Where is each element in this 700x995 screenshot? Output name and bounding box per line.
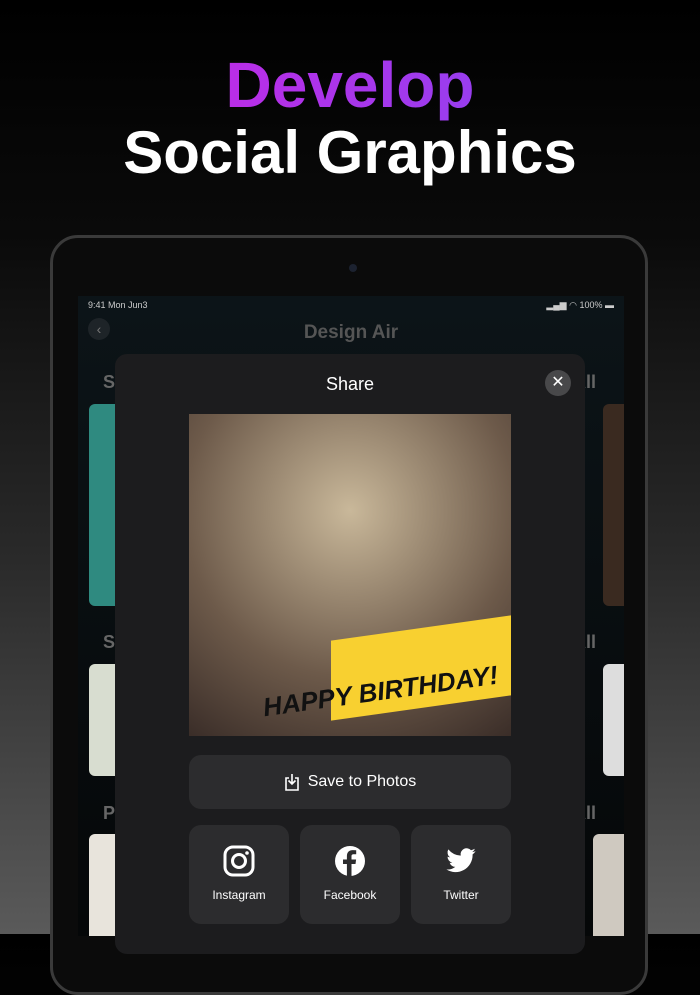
preview-image: HAPPY BIRTHDAY! (189, 414, 511, 736)
share-label: Instagram (212, 888, 266, 902)
headline-develop: Develop (0, 48, 700, 122)
section-title: S (103, 372, 116, 392)
share-label: Twitter (443, 888, 479, 902)
share-instagram-button[interactable]: Instagram (189, 825, 289, 924)
status-time: 9:41 Mon Jun3 (88, 300, 148, 310)
facebook-icon (335, 846, 365, 876)
template-card[interactable] (593, 834, 624, 936)
section-title: S (103, 632, 116, 652)
share-twitter-button[interactable]: Twitter (411, 825, 511, 924)
save-label: Save to Photos (307, 773, 417, 790)
instagram-icon (223, 845, 255, 877)
app-title: Design Air (303, 322, 399, 343)
share-label: Facebook (323, 888, 377, 902)
modal-title: Share (325, 374, 375, 394)
close-button[interactable]: ✕ (545, 370, 571, 396)
camera-icon (349, 264, 357, 272)
save-to-photos-button[interactable]: Save to Photos (189, 755, 511, 809)
template-card[interactable] (603, 664, 624, 776)
status-battery: ▂▄▆ ◠ 100% ▬ (546, 300, 614, 310)
section-title: P (103, 803, 116, 823)
status-bar: 9:41 Mon Jun3 ▂▄▆ ◠ 100% ▬ (88, 300, 614, 311)
download-icon (284, 774, 299, 791)
template-card[interactable] (603, 404, 624, 606)
headline-social-graphics: Social Graphics (123, 119, 577, 186)
twitter-icon (446, 848, 476, 873)
share-facebook-button[interactable]: Facebook (300, 825, 400, 924)
share-modal: Share ✕ HAPPY BIRTHDAY! Save to Photos I… (115, 354, 585, 954)
